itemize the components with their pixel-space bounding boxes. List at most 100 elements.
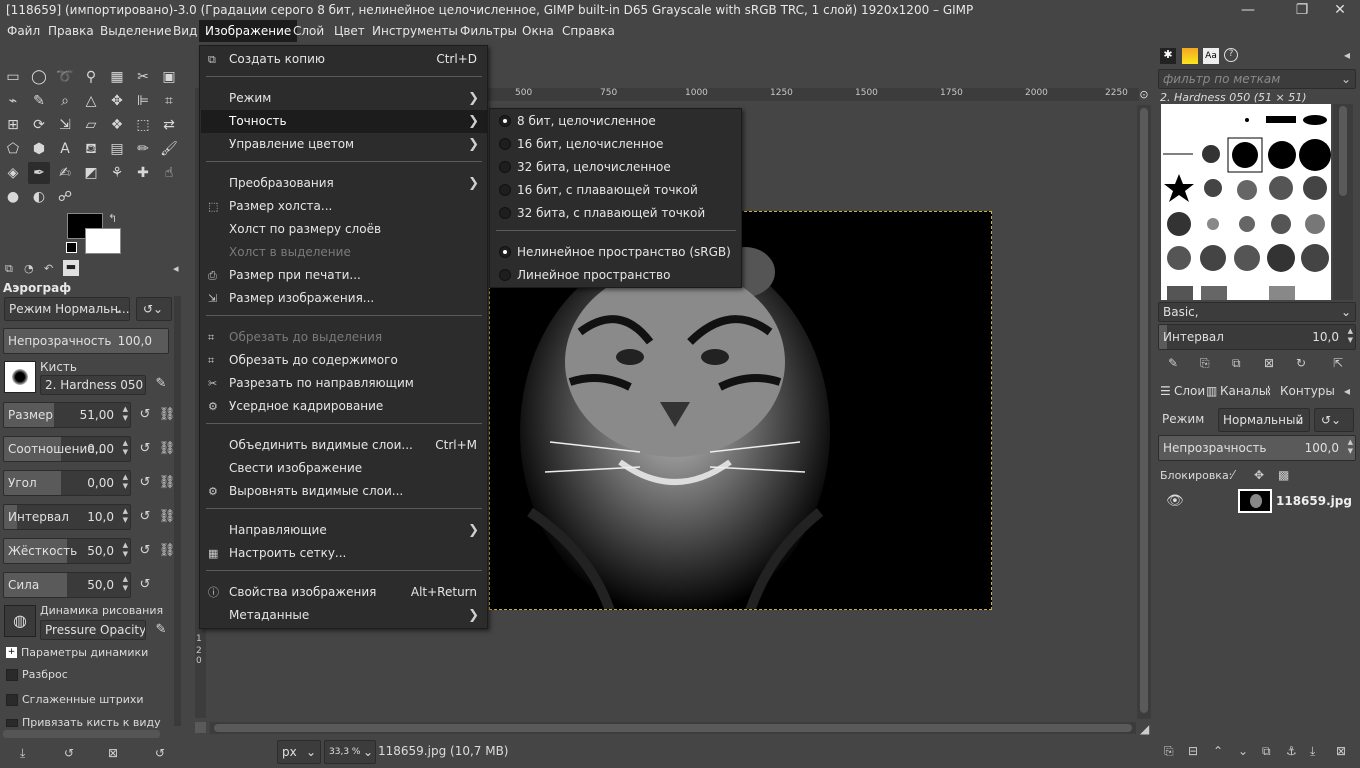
reset-mode-button[interactable]: ↺⌄ [136, 297, 172, 321]
fonts-tab-icon[interactable]: Aa [1203, 48, 1219, 64]
save-options-icon[interactable]: ⤓ [20, 746, 25, 761]
menu-item-image-properties[interactable]: ⓘ Свойства изображения Alt+Return [201, 581, 487, 604]
zoom-fit-icon[interactable]: ◢ [1140, 722, 1149, 736]
color-picker-icon[interactable]: ✎ [28, 90, 50, 112]
brush-preview[interactable] [4, 361, 36, 393]
precision-16bit-int[interactable]: 16 бит, целочисленное [491, 133, 741, 156]
menu-item-configure-grid[interactable]: ▦ Настроить сетку... [201, 542, 487, 565]
layer-row[interactable]: 👁 118659.jpg [1158, 487, 1356, 517]
paintbrush-icon[interactable]: 🖌 [158, 138, 180, 160]
brush-grid-scrollbar[interactable] [1333, 104, 1353, 300]
size-spin-icon[interactable]: ▲ ▼ [123, 405, 128, 423]
pencil-icon[interactable]: ✏ [132, 138, 154, 160]
menu-item-crop-to-content[interactable]: ⌗ Обрезать до содержимого [201, 349, 487, 372]
menu-colors[interactable]: Цвет [328, 20, 371, 42]
menu-filters[interactable]: Фильтры [454, 20, 523, 42]
mypaint-icon[interactable]: ◩ [80, 162, 102, 184]
dynamics-icon[interactable]: ◍ [4, 605, 36, 637]
lock-position-icon[interactable]: ✥ [1254, 468, 1264, 482]
precision-linear[interactable]: Линейное пространство [491, 264, 741, 287]
menu-layer[interactable]: Слой [287, 20, 330, 42]
precision-nonlinear[interactable]: Нелинейное пространство (sRGB) [491, 241, 741, 264]
hardness-spin-icon[interactable]: ▲ ▼ [123, 541, 128, 559]
edit-brush-action-icon[interactable]: ✎ [1168, 356, 1178, 370]
heal-icon[interactable]: ✚ [132, 162, 154, 184]
brush-spacing-slider[interactable]: Интервал 10,0 ▲ ▼ [1158, 324, 1356, 350]
menu-item-precision[interactable]: Точность ❯ [201, 110, 487, 133]
menu-item-guides[interactable]: Направляющие ❯ [201, 519, 487, 542]
smooth-checkbox[interactable] [6, 694, 18, 706]
menu-file[interactable]: Файл [1, 20, 46, 42]
ratio-reset-icon[interactable]: ↺ [134, 438, 156, 460]
menu-item-print-size[interactable]: ⎙ Размер при печати... [201, 264, 487, 287]
duplicate-layer-icon[interactable]: ⧉ [1262, 744, 1271, 759]
navigate-icon[interactable]: ⊙ [1137, 88, 1151, 102]
swap-colors-icon[interactable]: ↰ [108, 212, 117, 225]
horizontal-scrollbar[interactable] [210, 722, 1136, 734]
menu-help[interactable]: Справка [556, 20, 621, 42]
brush-preset-select[interactable]: Basic, ⌄ [1158, 302, 1356, 322]
airbrush-icon[interactable]: ✒ [28, 162, 50, 184]
menu-item-metadata[interactable]: Метаданные ❯ [201, 604, 487, 627]
dock-menu-icon[interactable]: ◂ [1344, 48, 1350, 62]
undo-history-tab-icon[interactable]: ↶ [44, 262, 53, 275]
layers-dock-menu-icon[interactable]: ◂ [1344, 384, 1350, 398]
menu-view[interactable]: Вид [167, 20, 203, 42]
text-tool-icon[interactable]: A [54, 138, 76, 160]
menu-item-zealous-crop[interactable]: ⚙ Усердное кадрирование [201, 395, 487, 418]
tool-options-scrollbar[interactable] [174, 296, 181, 726]
scatter-checkbox[interactable] [6, 669, 18, 681]
merge-layer-icon[interactable]: ⤓ [1310, 744, 1315, 759]
mode-select[interactable]: Режим Нормальн... ⌄ [4, 297, 130, 321]
precision-8bit-int[interactable]: 8 бит, целочисленное [491, 110, 741, 133]
visibility-eye-icon[interactable]: 👁 [1166, 493, 1184, 509]
spacing-reset-icon[interactable]: ↺ [134, 506, 156, 528]
rect-select-icon[interactable]: ▭ [2, 66, 24, 88]
size-reset-icon[interactable]: ↺ [134, 404, 156, 426]
layer-mode-select[interactable]: Нормальный ⌄ [1218, 408, 1310, 432]
background-color[interactable] [85, 228, 121, 254]
gradient-icon[interactable]: ▤ [106, 138, 128, 160]
precision-16bit-float[interactable]: 16 бит, с плавающей точкой [491, 179, 741, 202]
delete-layer-icon[interactable]: ⊠ [1336, 744, 1346, 758]
clone-icon[interactable]: ⚘ [106, 162, 128, 184]
layer-opacity-slider[interactable]: Непрозрачность 100,0 ▲ ▼ [1158, 435, 1356, 461]
precision-32bit-int[interactable]: 32 бита, целочисленное [491, 156, 741, 179]
configure-tab-icon[interactable]: ◂ [173, 262, 179, 275]
zoom-icon[interactable]: ⌕ [54, 90, 76, 112]
default-colors-icon[interactable] [66, 242, 77, 253]
tab-channels[interactable]: Каналы [1220, 384, 1268, 398]
hardness-reset-icon[interactable]: ↺ [134, 540, 156, 562]
bucket-fill-icon[interactable]: ⛾ [80, 138, 102, 160]
unit-select[interactable]: px ⌄ [277, 740, 321, 764]
quick-mask-icon[interactable] [195, 722, 206, 733]
eraser-icon[interactable]: ◈ [2, 162, 24, 184]
edit-dynamics-icon[interactable]: ✎ [150, 619, 172, 641]
rotate-icon[interactable]: ⟳ [28, 114, 50, 136]
angle-reset-icon[interactable]: ↺ [134, 472, 156, 494]
help-tab-icon[interactable]: ? [1224, 48, 1238, 62]
refresh-brushes-icon[interactable]: ↻ [1296, 356, 1306, 370]
new-layer-group-icon[interactable]: ⊟ [1188, 744, 1198, 758]
handle-transform-icon[interactable]: ⬢ [28, 138, 50, 160]
edit-brush-icon[interactable]: ✎ [150, 373, 172, 395]
open-brush-as-image-icon[interactable]: ⇱ [1333, 356, 1343, 370]
brush-name-field[interactable]: 2. Hardness 050 [40, 375, 146, 395]
delete-brush-icon[interactable]: ⊠ [1264, 356, 1274, 370]
dynamics-field[interactable]: Pressure Opacity [40, 620, 146, 640]
shear-icon[interactable]: ▱ [80, 114, 102, 136]
brushes-tab-icon[interactable]: ✱ [1160, 48, 1176, 64]
force-slider[interactable]: Сила 50,0 ▲ ▼ [3, 572, 131, 598]
tool-options-hscroll[interactable] [3, 730, 160, 738]
menu-select[interactable]: Выделение [94, 20, 177, 42]
maximize-button[interactable]: ❐ [1284, 0, 1320, 20]
menu-item-canvas-size[interactable]: ⬚ Размер холста... [201, 195, 487, 218]
ratio-slider[interactable]: Соотношение... 0,00 ▲ ▼ [3, 436, 131, 462]
new-layer-icon[interactable]: ⎘ [1164, 744, 1174, 759]
ink-icon[interactable]: ✍ [54, 162, 76, 184]
reset-options-icon[interactable]: ↺ [155, 746, 165, 760]
flip-icon[interactable]: ⇄ [158, 114, 180, 136]
menu-item-flatten[interactable]: Свести изображение [201, 457, 487, 480]
layer-opacity-spin-icon[interactable]: ▲ ▼ [1348, 438, 1353, 456]
blur-icon[interactable]: ● [2, 186, 24, 208]
